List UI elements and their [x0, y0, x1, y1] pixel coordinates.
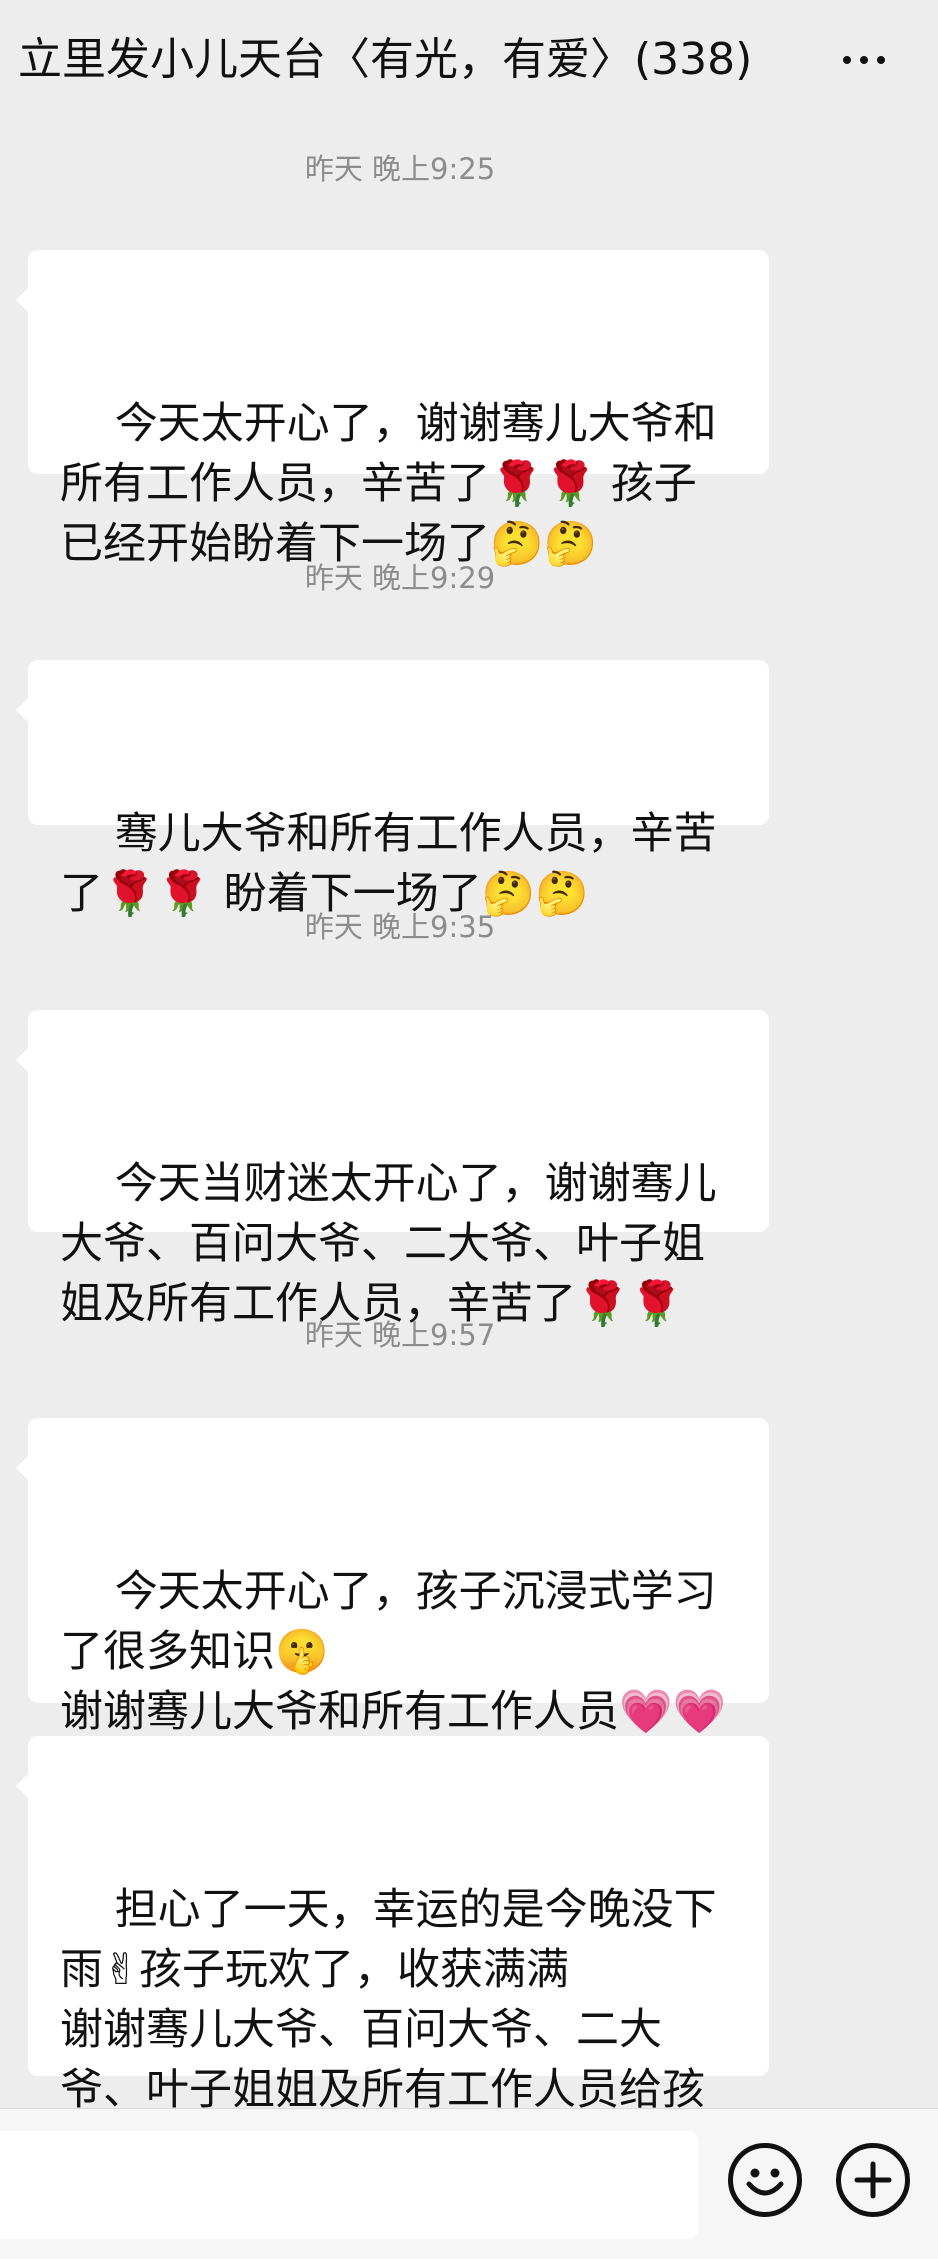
chat-header: 立里发小儿天台〈有光，有爱〉(338) — [0, 0, 938, 122]
message-bubble[interactable]: 今天当财迷太开心了，谢谢骞儿大爷、百问大爷、二大爷、叶子姐姐及所有工作人员，辛苦… — [16, 1010, 769, 1329]
message-text: 骞儿大爷和所有工作人员，辛苦了🌹🌹 盼着下一场了🤔🤔 — [60, 809, 717, 919]
bubble-tail — [16, 1456, 28, 1480]
plus-icon[interactable] — [836, 2143, 910, 2217]
bubble-tail — [16, 1774, 28, 1798]
message-bubble[interactable]: 今天太开心了，谢谢骞儿大爷和所有工作人员，辛苦了🌹🌹 孩子已经开始盼着下一场了🤔… — [16, 250, 769, 569]
more-dot — [877, 56, 885, 64]
bubble-tail — [16, 1048, 28, 1072]
message-timestamp: 昨天 晚上9:29 — [304, 561, 496, 595]
message-bubble[interactable]: 担心了一天，幸运的是今晚没下雨✌孩子玩欢了，收获满满 谢谢骞儿大爷、百问大爷、二… — [16, 1736, 769, 2175]
message-bubble[interactable]: 今天太开心了，孩子沉浸式学习了很多知识🤫 谢谢骞儿大爷和所有工作人员💗💗💗辛苦了… — [16, 1418, 769, 1797]
message-timestamp: 昨天 晚上9:35 — [304, 910, 496, 944]
input-bar — [0, 2108, 938, 2259]
more-dot — [860, 56, 868, 64]
bubble-tail — [16, 698, 28, 722]
message-timestamp: 昨天 晚上9:57 — [304, 1318, 496, 1352]
plus-icon-graphic — [854, 2161, 892, 2199]
chat-title[interactable]: 立里发小儿天台〈有光，有爱〉(338) — [18, 30, 752, 90]
message-bubble[interactable]: 骞儿大爷和所有工作人员，辛苦了🌹🌹 盼着下一场了🤔🤔 — [16, 660, 769, 919]
message-text: 今天当财迷太开心了，谢谢骞儿大爷、百问大爷、二大爷、叶子姐姐及所有工作人员，辛苦… — [60, 1159, 717, 1329]
more-icon[interactable] — [828, 30, 900, 90]
message-input[interactable] — [0, 2131, 698, 2239]
emoji-icon-graphic — [746, 2168, 784, 2196]
message-text: 今天太开心了，谢谢骞儿大爷和所有工作人员，辛苦了🌹🌹 孩子已经开始盼着下一场了🤔… — [60, 399, 717, 569]
bubble-tail — [16, 288, 28, 312]
more-dot — [843, 56, 851, 64]
message-timestamp: 昨天 晚上9:25 — [304, 152, 496, 186]
emoji-icon[interactable] — [728, 2143, 802, 2217]
